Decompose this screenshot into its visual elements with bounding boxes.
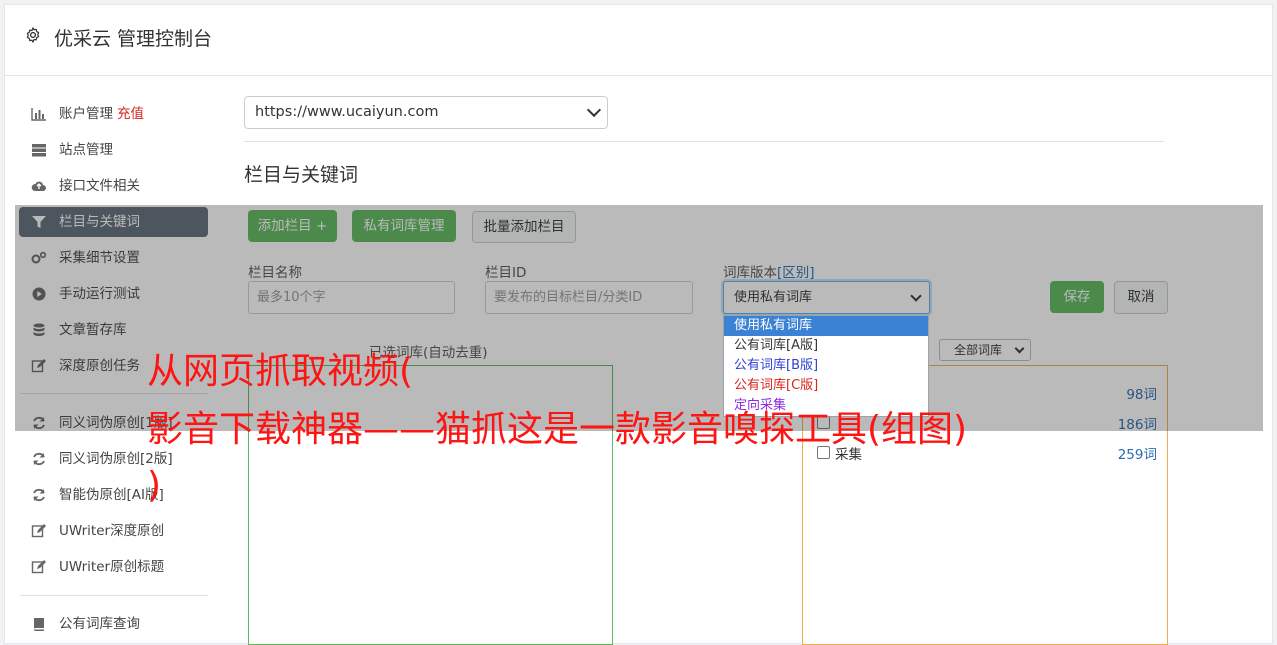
add-column-button[interactable]: 添加栏目 + [248, 210, 337, 242]
sidebar-item-label: UWriter深度原创 [59, 523, 165, 539]
sidebar-item-label: 文章暂存库 [59, 322, 127, 338]
chevron-down-icon [910, 290, 922, 302]
column-name-input[interactable]: 最多10个字 [248, 281, 455, 314]
cancel-button[interactable]: 取消 [1114, 281, 1168, 314]
lib-count: 259词 [1117, 447, 1157, 463]
filter-icon [32, 216, 46, 228]
sidebar-item-label: UWriter原创标题 [59, 559, 165, 575]
watermark-line-3: ) [147, 465, 162, 506]
sidebar-item-account[interactable]: 账户管理 充值 [19, 99, 208, 129]
sidebar-item-manual-run[interactable]: 手动运行测试 [19, 279, 208, 309]
column-id-label: 栏目ID [485, 265, 527, 281]
sidebar-divider [20, 595, 208, 596]
sidebar-item-columns[interactable]: 栏目与关键词 [19, 207, 208, 237]
dropdown-option-public-a[interactable]: 公有词库[A版] [724, 336, 928, 356]
batch-add-button[interactable]: 批量添加栏目 [472, 211, 576, 243]
lib-version-select[interactable]: 使用私有词库 [723, 281, 930, 314]
sidebar-item-label: 账户管理 [59, 106, 113, 122]
sidebar-item-uwriter-title[interactable]: UWriter原创标题 [19, 552, 208, 582]
sidebar-item-label: 站点管理 [59, 142, 113, 158]
refresh-icon [33, 488, 45, 502]
sidebar-item-article-store[interactable]: 文章暂存库 [19, 315, 208, 345]
column-id-input[interactable]: 要发布的目标栏目/分类ID [485, 281, 693, 314]
recharge-link[interactable]: 充值 [117, 106, 144, 122]
lib-count: 186词 [1117, 417, 1157, 433]
bar-chart-icon [31, 108, 46, 121]
sidebar-item-ai-rewrite[interactable]: 智能伪原创[AI版] [19, 480, 208, 510]
difference-link[interactable]: [区别] [777, 265, 815, 281]
app-title: 优采云 管理控制台 [54, 28, 213, 50]
dropdown-option-public-c[interactable]: 公有词库[C版] [724, 376, 928, 396]
site-select[interactable]: https://www.ucaiyun.com [244, 96, 608, 129]
dropdown-option-private[interactable]: 使用私有词库 [724, 316, 928, 336]
server-icon [32, 144, 46, 157]
private-lib-button[interactable]: 私有词库管理 [352, 210, 456, 242]
sidebar-item-collect-settings[interactable]: 采集细节设置 [19, 243, 208, 273]
sidebar-item-label: 手动运行测试 [59, 286, 140, 302]
lib-count: 98词 [1126, 387, 1157, 403]
edit-icon [31, 359, 46, 373]
sidebar-item-interface[interactable]: 接口文件相关 [19, 171, 208, 201]
gear-icon [26, 27, 40, 43]
database-icon [33, 323, 45, 336]
sidebar-item-public-lib[interactable]: 公有词库查询 [19, 609, 208, 639]
lib-filter-value: 全部词库 [954, 343, 1003, 357]
save-button[interactable]: 保存 [1050, 281, 1104, 313]
book-icon [34, 618, 44, 631]
lib-version-label: 词库版本[区别] [723, 261, 815, 281]
sidebar-item-label: 公有词库查询 [59, 616, 140, 632]
sidebar-item-label: 栏目与关键词 [59, 214, 140, 230]
lib-filter-select[interactable]: 全部词库 [939, 339, 1031, 361]
column-name-label: 栏目名称 [248, 265, 302, 281]
refresh-icon [33, 416, 45, 430]
cloud-upload-icon [31, 181, 46, 191]
lib-version-value: 使用私有词库 [734, 290, 813, 305]
sidebar-divider [20, 393, 208, 394]
lib-version-label-text: 词库版本 [723, 265, 777, 281]
divider [244, 141, 1164, 142]
chevron-down-icon [586, 102, 602, 118]
sidebar-item-label: 接口文件相关 [59, 178, 140, 194]
selected-lib-panel [248, 365, 613, 645]
edit-icon [31, 524, 46, 538]
gears-icon [31, 251, 47, 264]
lib-version-dropdown: 使用私有词库 公有词库[A版] 公有词库[B版] 公有词库[C版] 定向采集 [723, 315, 929, 417]
watermark-line-1: 从网页抓取视频( [147, 351, 414, 392]
refresh-icon [33, 452, 45, 466]
sidebar-item-label: 采集细节设置 [59, 250, 140, 266]
chevron-down-icon [1014, 343, 1025, 354]
dropdown-option-public-b[interactable]: 公有词库[B版] [724, 356, 928, 376]
sidebar-item-uwriter-deep[interactable]: UWriter深度原创 [19, 516, 208, 546]
watermark-line-2: 影音下载神器——猫抓这是一款影音嗅探工具(组图) [147, 409, 968, 450]
header: 优采云 管理控制台 [5, 5, 1272, 76]
site-select-value: https://www.ucaiyun.com [255, 104, 439, 120]
sidebar-item-sites[interactable]: 站点管理 [19, 135, 208, 165]
sidebar-item-label: 深度原创任务 [59, 358, 140, 374]
play-circle-icon [32, 287, 46, 301]
edit-icon [31, 560, 46, 574]
section-title: 栏目与关键词 [244, 164, 359, 186]
